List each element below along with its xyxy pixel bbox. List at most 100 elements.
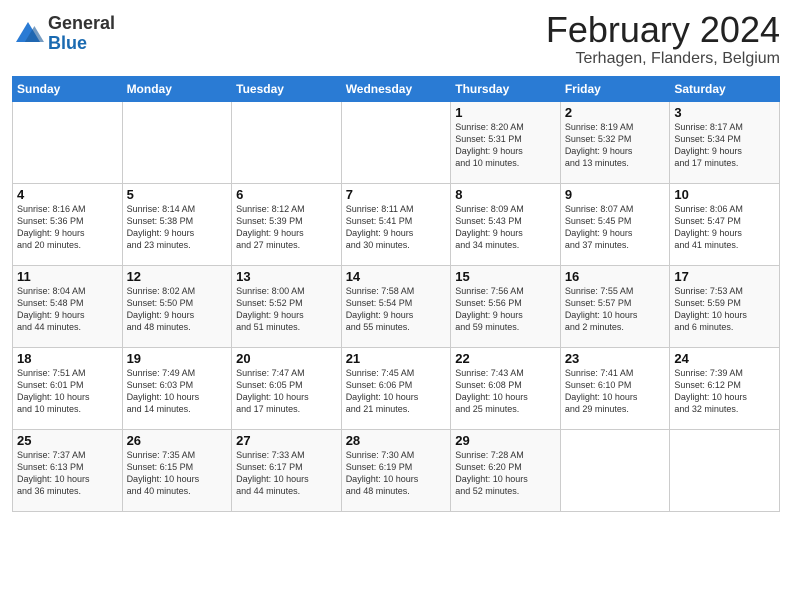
- day-info: Sunrise: 7:39 AM Sunset: 6:12 PM Dayligh…: [674, 367, 775, 416]
- calendar-cell: 21Sunrise: 7:45 AM Sunset: 6:06 PM Dayli…: [341, 347, 451, 429]
- day-number: 24: [674, 351, 775, 366]
- header-monday: Monday: [122, 76, 232, 101]
- day-number: 5: [127, 187, 228, 202]
- day-info: Sunrise: 8:09 AM Sunset: 5:43 PM Dayligh…: [455, 203, 556, 252]
- calendar-cell: [341, 101, 451, 183]
- day-number: 4: [17, 187, 118, 202]
- day-number: 7: [346, 187, 447, 202]
- day-number: 2: [565, 105, 666, 120]
- calendar-cell: 10Sunrise: 8:06 AM Sunset: 5:47 PM Dayli…: [670, 183, 780, 265]
- calendar-cell: 9Sunrise: 8:07 AM Sunset: 5:45 PM Daylig…: [560, 183, 670, 265]
- day-info: Sunrise: 7:45 AM Sunset: 6:06 PM Dayligh…: [346, 367, 447, 416]
- calendar-week-3: 11Sunrise: 8:04 AM Sunset: 5:48 PM Dayli…: [13, 265, 780, 347]
- day-info: Sunrise: 8:16 AM Sunset: 5:36 PM Dayligh…: [17, 203, 118, 252]
- day-number: 16: [565, 269, 666, 284]
- day-info: Sunrise: 7:43 AM Sunset: 6:08 PM Dayligh…: [455, 367, 556, 416]
- logo: General Blue: [12, 14, 115, 54]
- day-number: 29: [455, 433, 556, 448]
- day-info: Sunrise: 8:14 AM Sunset: 5:38 PM Dayligh…: [127, 203, 228, 252]
- calendar-cell: 27Sunrise: 7:33 AM Sunset: 6:17 PM Dayli…: [232, 429, 342, 511]
- calendar-cell: [122, 101, 232, 183]
- day-number: 10: [674, 187, 775, 202]
- day-number: 26: [127, 433, 228, 448]
- day-number: 17: [674, 269, 775, 284]
- calendar-cell: [560, 429, 670, 511]
- header-wednesday: Wednesday: [341, 76, 451, 101]
- day-number: 21: [346, 351, 447, 366]
- calendar-cell: [670, 429, 780, 511]
- day-info: Sunrise: 8:02 AM Sunset: 5:50 PM Dayligh…: [127, 285, 228, 334]
- day-number: 25: [17, 433, 118, 448]
- day-info: Sunrise: 8:17 AM Sunset: 5:34 PM Dayligh…: [674, 121, 775, 170]
- calendar-cell: 23Sunrise: 7:41 AM Sunset: 6:10 PM Dayli…: [560, 347, 670, 429]
- header-sunday: Sunday: [13, 76, 123, 101]
- calendar-cell: [13, 101, 123, 183]
- day-number: 23: [565, 351, 666, 366]
- day-info: Sunrise: 7:47 AM Sunset: 6:05 PM Dayligh…: [236, 367, 337, 416]
- calendar-cell: 8Sunrise: 8:09 AM Sunset: 5:43 PM Daylig…: [451, 183, 561, 265]
- calendar-cell: 25Sunrise: 7:37 AM Sunset: 6:13 PM Dayli…: [13, 429, 123, 511]
- day-info: Sunrise: 7:51 AM Sunset: 6:01 PM Dayligh…: [17, 367, 118, 416]
- calendar-body: 1Sunrise: 8:20 AM Sunset: 5:31 PM Daylig…: [13, 101, 780, 511]
- day-info: Sunrise: 7:28 AM Sunset: 6:20 PM Dayligh…: [455, 449, 556, 498]
- calendar-cell: 19Sunrise: 7:49 AM Sunset: 6:03 PM Dayli…: [122, 347, 232, 429]
- logo-blue: Blue: [48, 33, 87, 53]
- day-info: Sunrise: 8:06 AM Sunset: 5:47 PM Dayligh…: [674, 203, 775, 252]
- header-friday: Friday: [560, 76, 670, 101]
- day-info: Sunrise: 8:12 AM Sunset: 5:39 PM Dayligh…: [236, 203, 337, 252]
- calendar-header: Sunday Monday Tuesday Wednesday Thursday…: [13, 76, 780, 101]
- calendar-cell: 12Sunrise: 8:02 AM Sunset: 5:50 PM Dayli…: [122, 265, 232, 347]
- calendar-cell: 13Sunrise: 8:00 AM Sunset: 5:52 PM Dayli…: [232, 265, 342, 347]
- day-number: 9: [565, 187, 666, 202]
- day-number: 1: [455, 105, 556, 120]
- day-info: Sunrise: 8:00 AM Sunset: 5:52 PM Dayligh…: [236, 285, 337, 334]
- day-number: 28: [346, 433, 447, 448]
- day-number: 22: [455, 351, 556, 366]
- page-container: General Blue February 2024 Terhagen, Fla…: [0, 0, 792, 520]
- day-number: 20: [236, 351, 337, 366]
- logo-general: General: [48, 13, 115, 33]
- day-info: Sunrise: 7:37 AM Sunset: 6:13 PM Dayligh…: [17, 449, 118, 498]
- logo-text: General Blue: [48, 14, 115, 54]
- day-number: 6: [236, 187, 337, 202]
- day-info: Sunrise: 7:56 AM Sunset: 5:56 PM Dayligh…: [455, 285, 556, 334]
- calendar-cell: 11Sunrise: 8:04 AM Sunset: 5:48 PM Dayli…: [13, 265, 123, 347]
- day-info: Sunrise: 7:35 AM Sunset: 6:15 PM Dayligh…: [127, 449, 228, 498]
- day-info: Sunrise: 8:07 AM Sunset: 5:45 PM Dayligh…: [565, 203, 666, 252]
- subtitle: Terhagen, Flanders, Belgium: [546, 50, 780, 68]
- calendar-cell: 22Sunrise: 7:43 AM Sunset: 6:08 PM Dayli…: [451, 347, 561, 429]
- logo-icon: [12, 18, 44, 50]
- calendar-cell: 5Sunrise: 8:14 AM Sunset: 5:38 PM Daylig…: [122, 183, 232, 265]
- calendar-cell: 20Sunrise: 7:47 AM Sunset: 6:05 PM Dayli…: [232, 347, 342, 429]
- day-info: Sunrise: 7:58 AM Sunset: 5:54 PM Dayligh…: [346, 285, 447, 334]
- calendar-cell: 18Sunrise: 7:51 AM Sunset: 6:01 PM Dayli…: [13, 347, 123, 429]
- day-info: Sunrise: 7:33 AM Sunset: 6:17 PM Dayligh…: [236, 449, 337, 498]
- day-number: 14: [346, 269, 447, 284]
- day-number: 12: [127, 269, 228, 284]
- day-info: Sunrise: 7:41 AM Sunset: 6:10 PM Dayligh…: [565, 367, 666, 416]
- day-number: 11: [17, 269, 118, 284]
- day-info: Sunrise: 7:53 AM Sunset: 5:59 PM Dayligh…: [674, 285, 775, 334]
- day-info: Sunrise: 8:11 AM Sunset: 5:41 PM Dayligh…: [346, 203, 447, 252]
- calendar-week-5: 25Sunrise: 7:37 AM Sunset: 6:13 PM Dayli…: [13, 429, 780, 511]
- day-info: Sunrise: 7:49 AM Sunset: 6:03 PM Dayligh…: [127, 367, 228, 416]
- header-tuesday: Tuesday: [232, 76, 342, 101]
- calendar-week-4: 18Sunrise: 7:51 AM Sunset: 6:01 PM Dayli…: [13, 347, 780, 429]
- calendar-cell: 29Sunrise: 7:28 AM Sunset: 6:20 PM Dayli…: [451, 429, 561, 511]
- calendar-cell: 17Sunrise: 7:53 AM Sunset: 5:59 PM Dayli…: [670, 265, 780, 347]
- calendar-cell: [232, 101, 342, 183]
- header-saturday: Saturday: [670, 76, 780, 101]
- calendar-cell: 15Sunrise: 7:56 AM Sunset: 5:56 PM Dayli…: [451, 265, 561, 347]
- day-number: 18: [17, 351, 118, 366]
- calendar-cell: 6Sunrise: 8:12 AM Sunset: 5:39 PM Daylig…: [232, 183, 342, 265]
- calendar-cell: 4Sunrise: 8:16 AM Sunset: 5:36 PM Daylig…: [13, 183, 123, 265]
- day-info: Sunrise: 7:30 AM Sunset: 6:19 PM Dayligh…: [346, 449, 447, 498]
- day-info: Sunrise: 7:55 AM Sunset: 5:57 PM Dayligh…: [565, 285, 666, 334]
- calendar-table: Sunday Monday Tuesday Wednesday Thursday…: [12, 76, 780, 512]
- day-number: 19: [127, 351, 228, 366]
- calendar-cell: 7Sunrise: 8:11 AM Sunset: 5:41 PM Daylig…: [341, 183, 451, 265]
- header: General Blue February 2024 Terhagen, Fla…: [12, 10, 780, 68]
- day-number: 13: [236, 269, 337, 284]
- calendar-cell: 24Sunrise: 7:39 AM Sunset: 6:12 PM Dayli…: [670, 347, 780, 429]
- day-info: Sunrise: 8:20 AM Sunset: 5:31 PM Dayligh…: [455, 121, 556, 170]
